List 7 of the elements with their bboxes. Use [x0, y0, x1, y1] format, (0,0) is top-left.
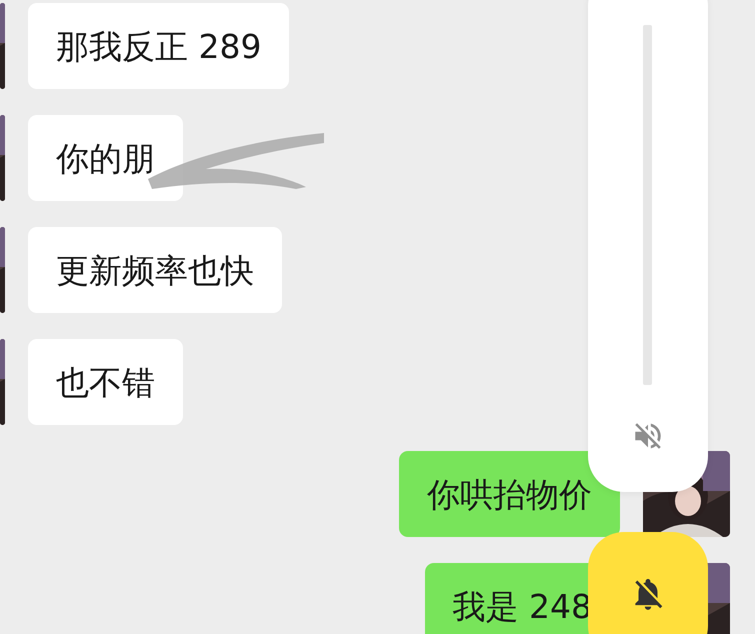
message-text: 也不错 — [56, 366, 155, 398]
message-text: 更新频率也快 — [56, 254, 254, 286]
notification-button[interactable] — [588, 532, 708, 634]
message-text: 我是 248 — [452, 590, 592, 622]
message-text: 那我反正 289 — [56, 30, 262, 62]
message-text: 你哄抬物价 — [427, 478, 592, 510]
message-text: 你的朋 — [56, 142, 155, 174]
